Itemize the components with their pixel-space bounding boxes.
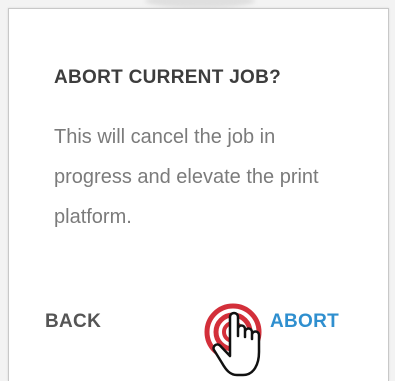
back-button[interactable]: BACK	[45, 310, 101, 334]
dialog-title: ABORT CURRENT JOB?	[54, 67, 282, 88]
dialog-message: This will cancel the job in progress and…	[54, 126, 319, 228]
abort-button[interactable]: ABORT	[270, 310, 339, 334]
underlying-element-edge	[145, 0, 255, 8]
